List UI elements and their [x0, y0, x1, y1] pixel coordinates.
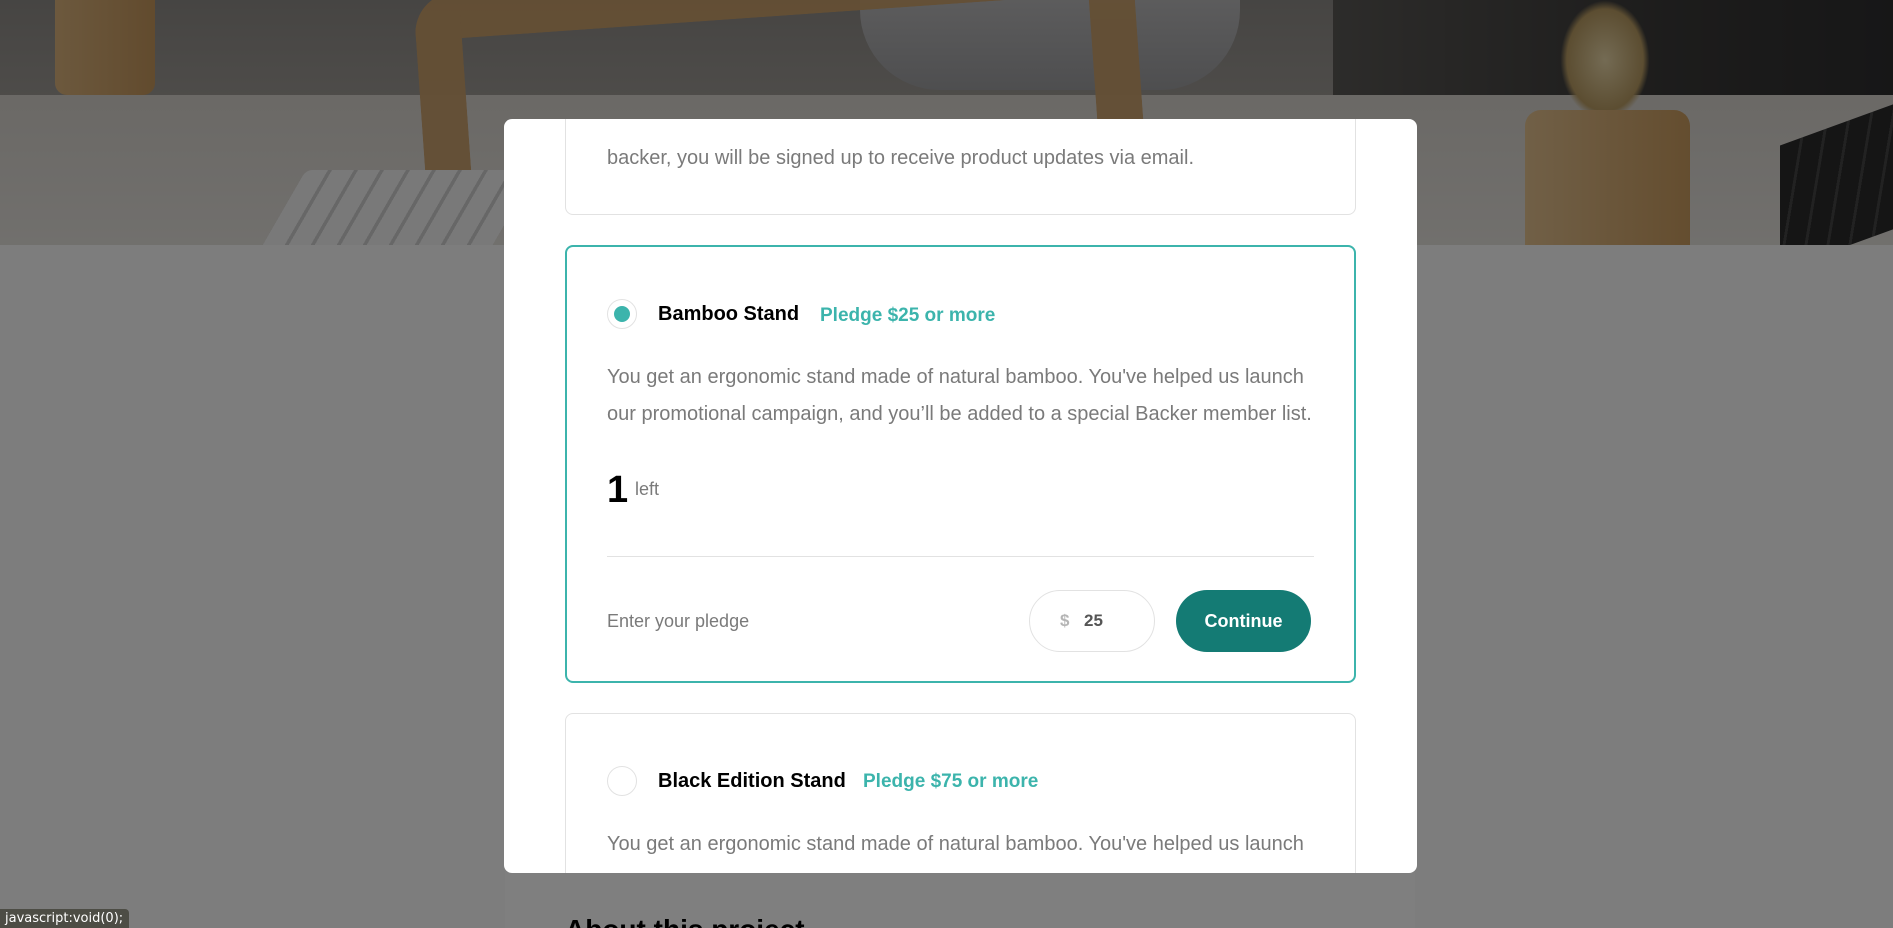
reward-card-no-reward: backer, you will be signed up to receive… — [565, 119, 1356, 215]
reward-name[interactable]: Black Edition Stand — [658, 770, 846, 793]
reward-left-label: left — [635, 479, 660, 499]
radio-selected-dot — [614, 306, 630, 322]
reward-description: You get an ergonomic stand made of natur… — [607, 366, 1312, 425]
enter-pledge-label: Enter your pledge — [607, 611, 750, 631]
pledge-amount-value[interactable]: 25 — [1084, 611, 1103, 631]
currency-symbol: $ — [1060, 611, 1070, 630]
reward-description: You get an ergonomic stand made of natur… — [607, 833, 1304, 855]
reward-card-bamboo-stand[interactable]: Bamboo Stand Pledge $25 or more You get … — [565, 245, 1356, 683]
reward-radio-black-edition-stand[interactable] — [607, 766, 637, 796]
reward-pledge-minimum: Pledge $75 or more — [863, 771, 1039, 792]
continue-button[interactable]: Continue — [1176, 590, 1311, 652]
reward-card-black-edition-stand[interactable]: Black Edition Stand Pledge $75 or more Y… — [565, 713, 1356, 873]
browser-status-bar: javascript:void(0); — [0, 909, 130, 928]
reward-name[interactable]: Bamboo Stand — [658, 303, 799, 326]
pledge-amount-input[interactable]: $ 25 — [1029, 590, 1155, 652]
back-project-modal: backer, you will be signed up to receive… — [504, 119, 1417, 873]
reward-left-count: 1 — [607, 469, 629, 511]
divider — [607, 556, 1314, 557]
reward-description: backer, you will be signed up to receive… — [607, 147, 1195, 169]
reward-pledge-minimum: Pledge $25 or more — [820, 305, 996, 326]
reward-radio-bamboo-stand[interactable] — [607, 299, 637, 329]
